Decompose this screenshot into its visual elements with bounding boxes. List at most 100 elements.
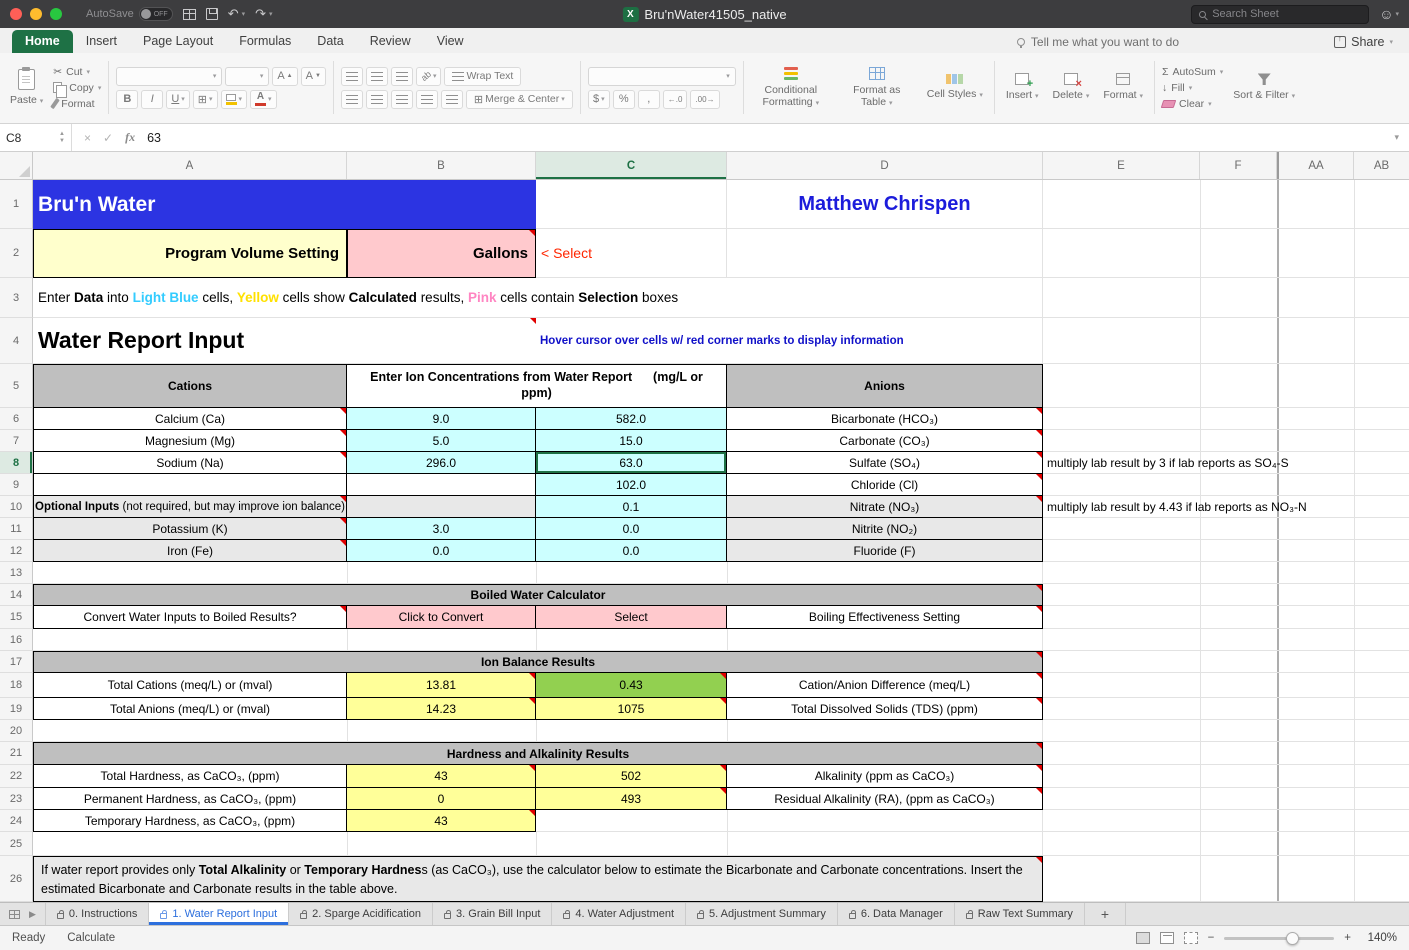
minimize-window-button[interactable]: [30, 8, 42, 20]
cell-a18[interactable]: Total Cations (meq/L) or (mval): [33, 673, 347, 698]
zoom-out-button[interactable]: −: [1208, 932, 1215, 944]
zoom-slider-knob[interactable]: [1286, 932, 1299, 945]
column-header-aa[interactable]: AA: [1277, 152, 1354, 179]
cell-a4-section-title[interactable]: Water Report Input Hover cursor over cel…: [33, 318, 1043, 364]
tell-me-button[interactable]: Tell me what you want to do: [1017, 35, 1179, 49]
cell-b23[interactable]: 0: [347, 788, 536, 810]
cell-b11[interactable]: 3.0: [347, 518, 536, 540]
close-window-button[interactable]: [10, 8, 22, 20]
row-header-10[interactable]: 10: [0, 496, 33, 518]
tab-page-layout[interactable]: Page Layout: [130, 30, 226, 53]
align-top-button[interactable]: [341, 67, 363, 86]
cells-e24-ab24[interactable]: [1043, 810, 1409, 832]
font-size-select[interactable]: ▾: [225, 67, 269, 86]
sheet-tab-raw-text-summary[interactable]: Raw Text Summary: [955, 903, 1085, 925]
merge-center-button[interactable]: ⊞Merge & Center▾: [466, 90, 573, 109]
row-header-22[interactable]: 22: [0, 765, 33, 788]
cell-c10[interactable]: 0.1: [536, 496, 727, 518]
cell-c19[interactable]: 1075: [536, 698, 727, 720]
workbook-gallery-button[interactable]: [183, 9, 196, 20]
zoom-slider[interactable]: [1224, 937, 1334, 940]
autosave-toggle[interactable]: AutoSave OFF: [86, 7, 173, 21]
fill-button[interactable]: ↓Fill▾: [1162, 82, 1223, 94]
sheet-tab-adjustment-summary[interactable]: 5. Adjustment Summary: [686, 903, 838, 925]
cell-b18[interactable]: 13.81: [347, 673, 536, 698]
cell-d11[interactable]: Nitrite (NO₂): [727, 518, 1043, 540]
cell-a2-volume-label[interactable]: Program Volume Setting: [33, 229, 347, 278]
cell-d10[interactable]: Nitrate (NO₃): [727, 496, 1043, 518]
paste-button[interactable]: Paste ▾: [6, 69, 47, 106]
select-all-corner[interactable]: [0, 152, 33, 179]
cell-d5-anions-header[interactable]: Anions: [727, 364, 1043, 408]
row-header-17[interactable]: 17: [0, 651, 33, 673]
row-header-19[interactable]: 19: [0, 698, 33, 720]
grow-font-button[interactable]: A▲: [272, 67, 297, 86]
status-calculate[interactable]: Calculate: [67, 932, 115, 944]
conditional-formatting-button[interactable]: Conditional Formatting ▾: [751, 67, 831, 108]
tab-review[interactable]: Review: [357, 30, 424, 53]
cells-e12-ab12[interactable]: [1043, 540, 1409, 562]
row-header-20[interactable]: 20: [0, 720, 33, 742]
cells-e1-ab1[interactable]: [1043, 180, 1409, 229]
cell-c6[interactable]: 582.0: [536, 408, 727, 430]
column-header-b[interactable]: B: [347, 152, 536, 179]
save-button[interactable]: [206, 8, 218, 20]
page-break-view-button[interactable]: [1184, 932, 1198, 944]
row-header-11[interactable]: 11: [0, 518, 33, 540]
row-header-24[interactable]: 24: [0, 810, 33, 832]
cell-a24[interactable]: Temporary Hardness, as CaCO₃, (ppm): [33, 810, 347, 832]
row-header-16[interactable]: 16: [0, 629, 33, 651]
row-header-13[interactable]: 13: [0, 562, 33, 584]
delete-cells-button[interactable]: Delete ▾: [1049, 73, 1094, 101]
cell-b19[interactable]: 14.23: [347, 698, 536, 720]
cell-d22[interactable]: Alkalinity (ppm as CaCO₃): [727, 765, 1043, 788]
sheet-tab-data-manager[interactable]: 6. Data Manager: [838, 903, 955, 925]
cell-d9[interactable]: Chloride (Cl): [727, 474, 1043, 496]
cell-c12[interactable]: 0.0: [536, 540, 727, 562]
cells-e26-ab26[interactable]: [1043, 856, 1409, 902]
cell-d19[interactable]: Total Dissolved Solids (TDS) (ppm): [727, 698, 1043, 720]
cells-a25-d25[interactable]: [33, 832, 1043, 856]
row-header-5[interactable]: 5: [0, 364, 33, 408]
row-header-25[interactable]: 25: [0, 832, 33, 856]
cancel-entry-button[interactable]: ×: [84, 131, 91, 145]
cell-a21-hardness-header[interactable]: Hardness and Alkalinity Results: [33, 742, 1043, 765]
cell-b12[interactable]: 0.0: [347, 540, 536, 562]
cell-c23[interactable]: 493: [536, 788, 727, 810]
cell-c1[interactable]: [536, 180, 727, 229]
tab-data[interactable]: Data: [304, 30, 356, 53]
currency-button[interactable]: $▾: [588, 90, 610, 109]
cell-b6[interactable]: 9.0: [347, 408, 536, 430]
decrease-indent-button[interactable]: [416, 90, 438, 109]
cells-e25-ab25[interactable]: [1043, 832, 1409, 856]
row-header-12[interactable]: 12: [0, 540, 33, 562]
bold-button[interactable]: B: [116, 90, 138, 109]
undo-button[interactable]: ↶▾: [228, 6, 245, 22]
tab-home[interactable]: Home: [12, 30, 73, 53]
cells-e5-ab5[interactable]: [1043, 364, 1409, 408]
confirm-entry-button[interactable]: ✓: [103, 131, 113, 145]
cell-b24[interactable]: 43: [347, 810, 536, 832]
cell-c11[interactable]: 0.0: [536, 518, 727, 540]
cell-c2-select-hint[interactable]: < Select: [536, 229, 727, 278]
underline-button[interactable]: U▾: [166, 90, 189, 109]
row-header-23[interactable]: 23: [0, 788, 33, 810]
cells-a13-d13[interactable]: [33, 562, 1043, 584]
sheet-tab-water-report-input[interactable]: 1. Water Report Input: [149, 903, 289, 925]
cell-a6[interactable]: Calcium (Ca): [33, 408, 347, 430]
cell-b10[interactable]: [347, 496, 536, 518]
redo-button[interactable]: ↷▾: [255, 6, 272, 22]
sheet-tab-instructions[interactable]: 0. Instructions: [46, 903, 149, 925]
next-sheet-button[interactable]: ▶: [29, 909, 36, 920]
cell-c9[interactable]: 102.0: [536, 474, 727, 496]
cell-a22[interactable]: Total Hardness, as CaCO₃, (ppm): [33, 765, 347, 788]
cell-a26-footnote[interactable]: If water report provides only Total Alka…: [33, 856, 1043, 902]
sheet-tab-grain-bill-input[interactable]: 3. Grain Bill Input: [433, 903, 552, 925]
row-header-8[interactable]: 8: [0, 452, 33, 474]
cell-a12[interactable]: Iron (Fe): [33, 540, 347, 562]
cell-d8[interactable]: Sulfate (SO₄): [727, 452, 1043, 474]
search-sheet-input[interactable]: Search Sheet: [1191, 5, 1369, 24]
cell-d2[interactable]: [727, 229, 1043, 278]
cell-b9[interactable]: [347, 474, 536, 496]
cell-a14-boiled-header[interactable]: Boiled Water Calculator: [33, 584, 1043, 606]
